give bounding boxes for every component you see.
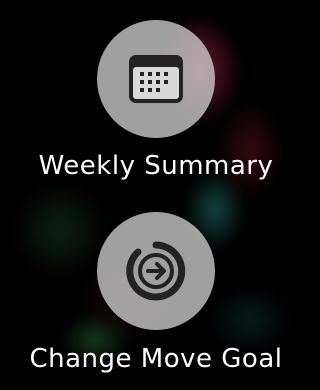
calendar-icon [128,54,184,104]
weekly-summary-button[interactable] [97,20,215,138]
arrow-circle-icon [124,239,188,303]
weekly-summary-label[interactable]: Weekly Summary [0,151,312,181]
change-move-goal-label[interactable]: Change Move Goal [0,344,312,374]
change-move-goal-button[interactable] [97,212,215,330]
